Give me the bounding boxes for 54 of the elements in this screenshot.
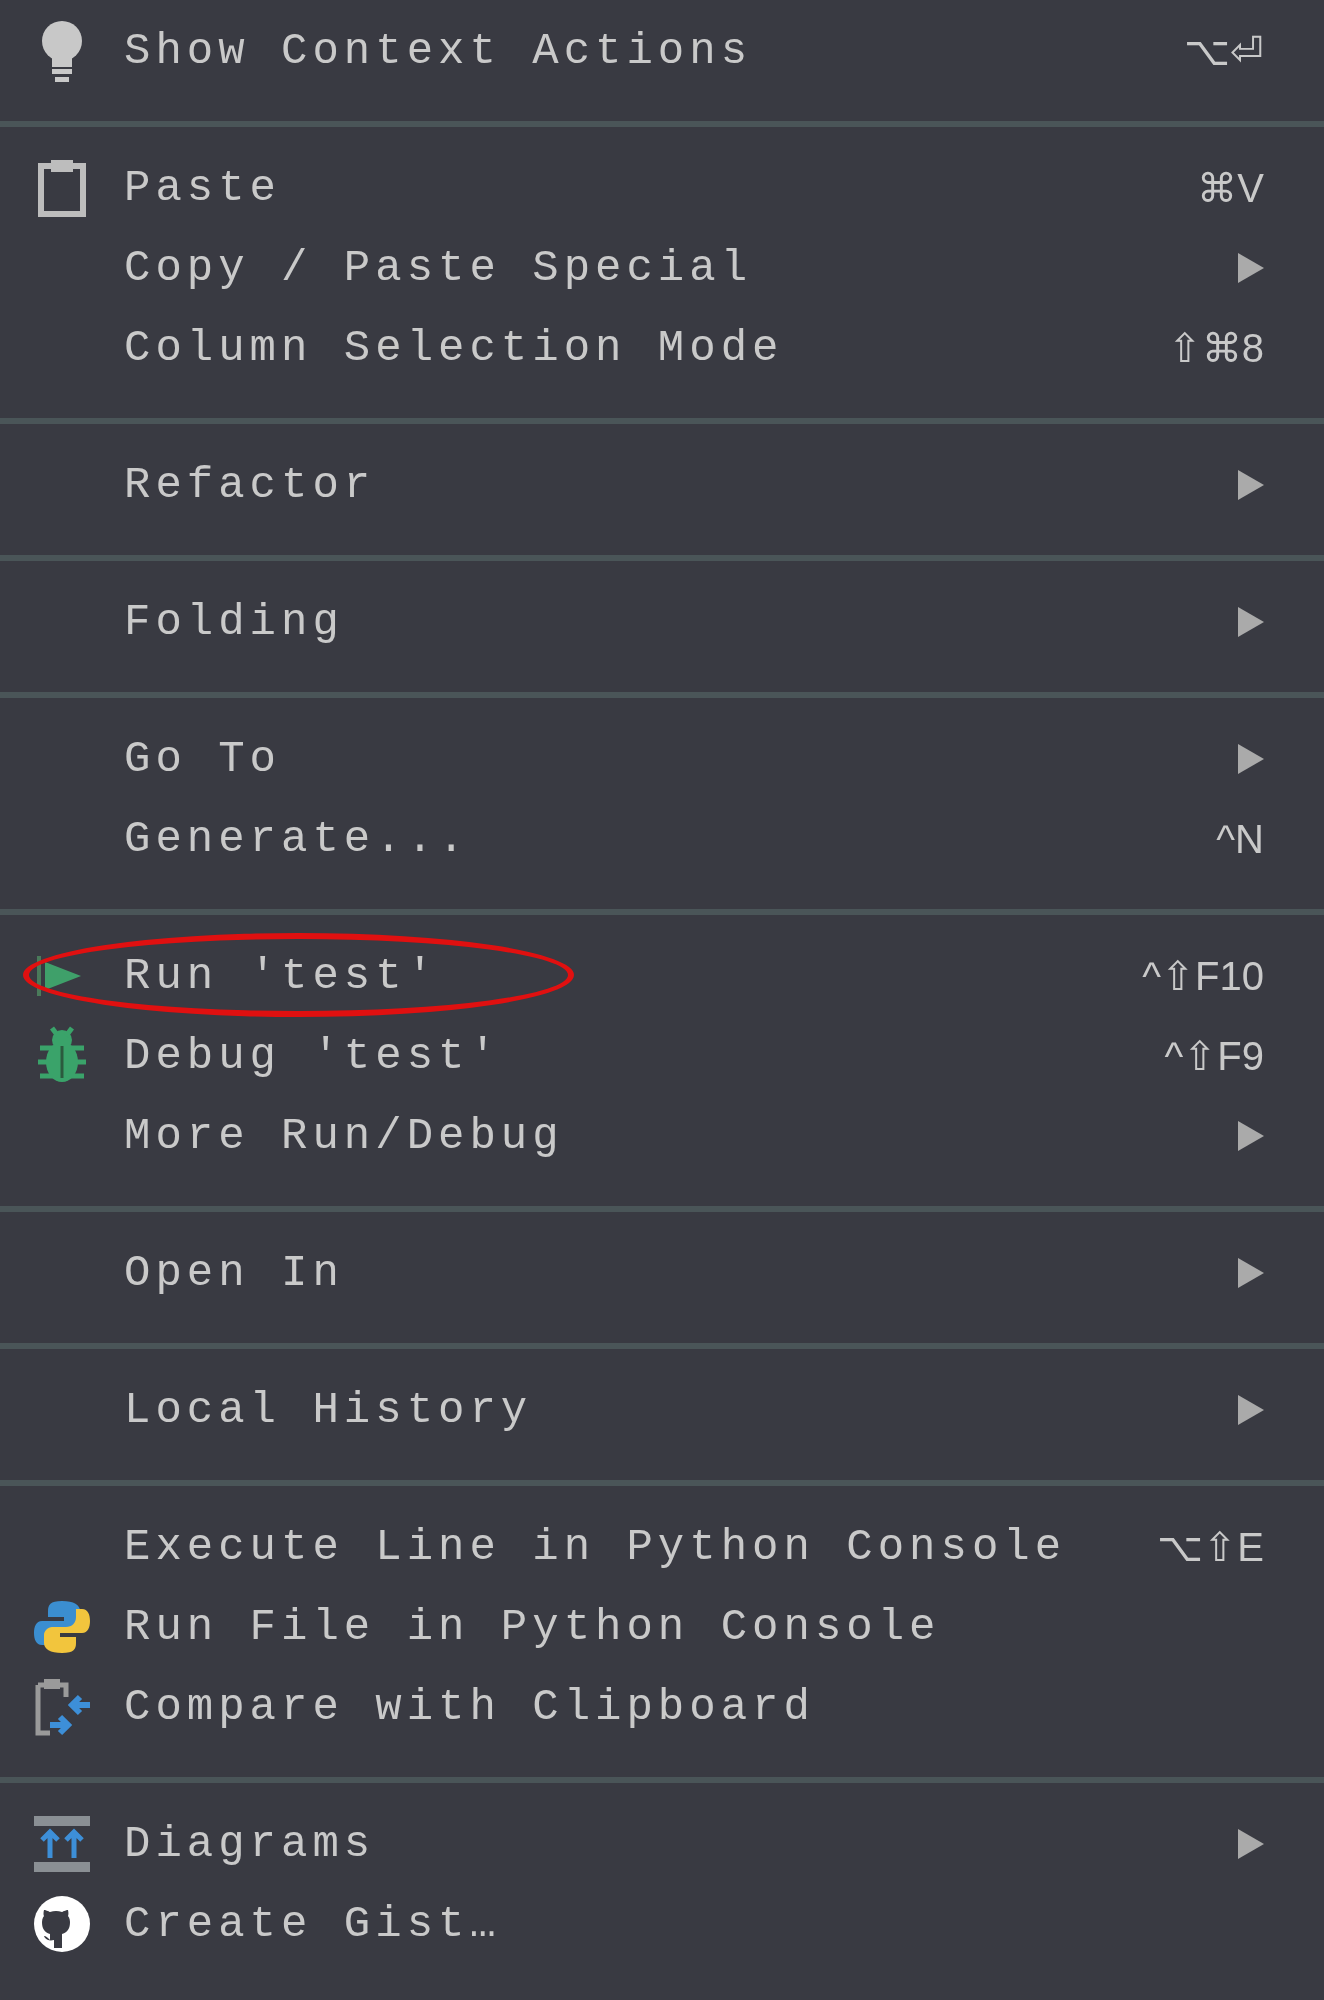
menu-item[interactable]: Compare with Clipboard bbox=[0, 1667, 1324, 1747]
menu-item-label: Run File in Python Console bbox=[124, 1601, 941, 1654]
menu-item-label: Run 'test' bbox=[124, 950, 439, 1003]
menu-item-label: Refactor bbox=[124, 459, 376, 512]
menu-item-label: Debug 'test' bbox=[124, 1030, 501, 1083]
menu-item[interactable]: Paste ⌘V bbox=[0, 148, 1324, 228]
menu-item-label: Local History bbox=[124, 1384, 533, 1437]
menu-item-label: Generate... bbox=[124, 813, 470, 866]
menu-item-label: Paste bbox=[124, 162, 282, 215]
menu-item-label: Create Gist… bbox=[124, 1898, 501, 1951]
submenu-arrow-icon bbox=[1236, 742, 1266, 776]
shortcut-label: ^N bbox=[1216, 816, 1264, 863]
submenu-arrow-icon bbox=[1236, 1119, 1266, 1153]
menu-item[interactable]: Create Gist… bbox=[0, 1884, 1324, 1964]
menu-item[interactable]: Folding bbox=[0, 582, 1324, 662]
menu-item[interactable]: Column Selection Mode ⇧⌘8 bbox=[0, 308, 1324, 388]
menu-item[interactable]: Open In bbox=[0, 1233, 1324, 1313]
menu-item-label: Diagrams bbox=[124, 1818, 376, 1871]
submenu-arrow-icon bbox=[1236, 1827, 1266, 1861]
menu-item[interactable]: Refactor bbox=[0, 445, 1324, 525]
submenu-arrow-icon bbox=[1236, 251, 1266, 285]
submenu-arrow-icon bbox=[1236, 605, 1266, 639]
submenu-arrow-icon bbox=[1236, 1256, 1266, 1290]
shortcut-label: ⇧⌘8 bbox=[1167, 325, 1264, 372]
menu-item-label: Go To bbox=[124, 733, 282, 786]
submenu-arrow-icon bbox=[1236, 468, 1266, 502]
clipboard-icon bbox=[37, 158, 87, 218]
menu-item[interactable]: Generate... ^N bbox=[0, 799, 1324, 879]
menu-item-label: More Run/Debug bbox=[124, 1110, 564, 1163]
shortcut-label: ⌘V bbox=[1197, 165, 1264, 212]
shortcut-label: ^⇧F9 bbox=[1164, 1033, 1264, 1080]
submenu-arrow-icon bbox=[1236, 1393, 1266, 1427]
menu-item-label: Compare with Clipboard bbox=[124, 1681, 815, 1734]
menu-item[interactable]: Copy / Paste Special bbox=[0, 228, 1324, 308]
menu-item[interactable]: Diagrams bbox=[0, 1804, 1324, 1884]
menu-item-label: Show Context Actions bbox=[124, 25, 753, 78]
menu-item-label: Execute Line in Python Console bbox=[124, 1521, 1067, 1574]
menu-item[interactable]: More Run/Debug bbox=[0, 1096, 1324, 1176]
menu-item[interactable]: Execute Line in Python Console ⌥⇧E bbox=[0, 1507, 1324, 1587]
menu-item[interactable]: Go To bbox=[0, 719, 1324, 799]
menu-item-label: Copy / Paste Special bbox=[124, 242, 753, 295]
menu-item[interactable]: Local History bbox=[0, 1370, 1324, 1450]
github-icon bbox=[32, 1894, 92, 1954]
menu-item[interactable]: Debug 'test' ^⇧F9 bbox=[0, 1016, 1324, 1096]
menu-item-label: Column Selection Mode bbox=[124, 322, 784, 375]
diagram-icon bbox=[32, 1814, 92, 1874]
menu-item[interactable]: Run File in Python Console bbox=[0, 1587, 1324, 1667]
menu-item-label: Open In bbox=[124, 1247, 344, 1300]
shortcut-label: ⌥⇧E bbox=[1157, 1524, 1264, 1571]
menu-item-label: Folding bbox=[124, 596, 344, 649]
menu-item[interactable]: Show Context Actions ⌥⏎ bbox=[0, 11, 1324, 91]
menu-item[interactable]: Run 'test' ^⇧F10 bbox=[0, 936, 1324, 1016]
shortcut-label: ⌥⏎ bbox=[1184, 28, 1264, 75]
shortcut-label: ^⇧F10 bbox=[1142, 953, 1264, 1000]
